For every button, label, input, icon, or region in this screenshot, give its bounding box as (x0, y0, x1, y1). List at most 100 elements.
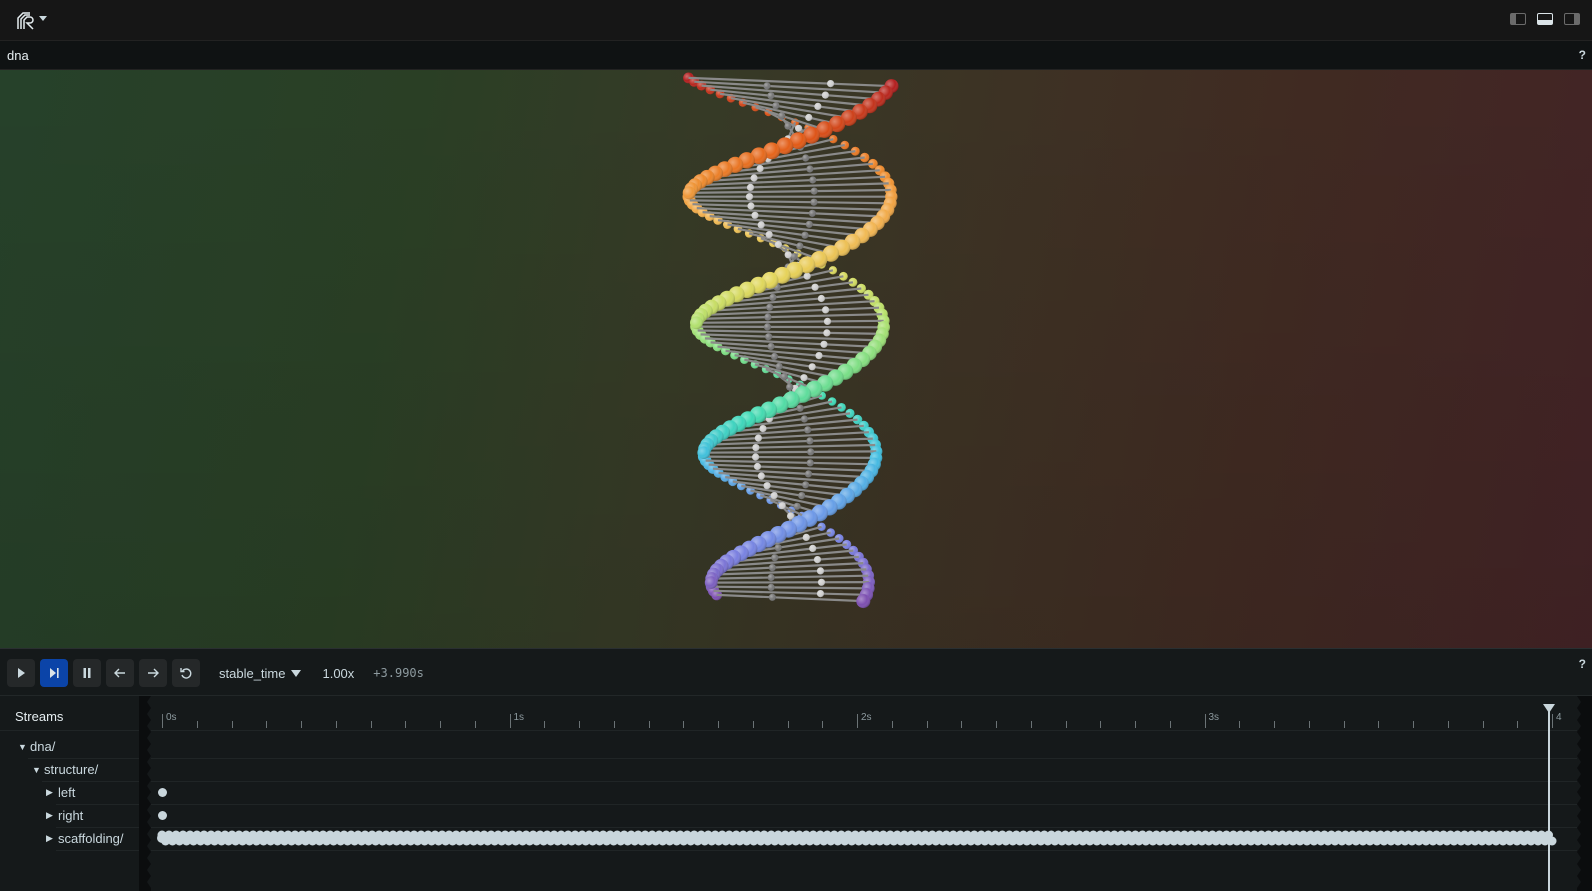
time-cursor-handle[interactable] (1542, 704, 1555, 713)
scaffolding-bead-shading (809, 176, 817, 184)
dna-helix-scene[interactable] (0, 70, 1592, 648)
scaffolding-bead-shading (805, 220, 813, 228)
tree-item-label: scaffolding/ (58, 831, 124, 846)
time-panel-help-button[interactable]: ? (1579, 657, 1586, 671)
pause-icon (83, 668, 91, 678)
tree-item-dna[interactable]: ▼ dna/ (0, 735, 140, 758)
scaffolding-bead-shading (795, 124, 803, 132)
ruler-major-tick (162, 714, 163, 728)
scaffolding-bead-shading (784, 251, 792, 259)
pause-button[interactable] (73, 659, 101, 687)
tree-item-structure[interactable]: ▼ structure/ (0, 758, 140, 781)
scaffolding-bead-shading (768, 593, 777, 601)
scaffolding-bead-shading (774, 241, 783, 249)
scaffolding-bead-shading (775, 362, 783, 371)
ruler-minor-tick (1135, 721, 1136, 728)
follow-button[interactable] (40, 659, 68, 687)
scaffolding-bead-shading (806, 459, 814, 467)
ruler-minor-tick (231, 721, 233, 728)
scaffolding-bead-shading (808, 363, 816, 371)
bottom-panel-icon[interactable] (1537, 13, 1553, 25)
scaffolding-bead-shading (823, 317, 832, 325)
step-forward-button[interactable] (139, 659, 167, 687)
ruler-minor-tick (961, 721, 963, 728)
event-marker-right[interactable] (157, 810, 167, 820)
divider (151, 758, 1577, 759)
scaffolding-bead-shading (778, 502, 786, 510)
scaffolding-line (703, 450, 877, 454)
chevron-down-icon (291, 669, 302, 677)
viewport-help-button[interactable]: ? (1579, 48, 1586, 62)
scaffolding-bead-shading (772, 102, 780, 110)
timeline-name: stable_time (219, 665, 286, 681)
scaffolding-line (711, 574, 869, 580)
ruler-minor-tick (787, 721, 789, 728)
play-button[interactable] (7, 659, 35, 687)
scaffolding-line (696, 325, 884, 329)
scaffolding-bead-shading (811, 283, 819, 291)
scaffolding-bead-shading (803, 272, 811, 280)
time-cursor-line[interactable] (1547, 706, 1550, 891)
arrow-right-icon (148, 668, 159, 678)
scaffolding-bead-shading (810, 198, 818, 206)
scaffolding-bead-shading (770, 352, 779, 361)
divider (151, 804, 1577, 805)
viewport-title[interactable]: dna (7, 48, 29, 63)
right-panel-icon[interactable] (1564, 13, 1580, 25)
ruler-minor-tick (544, 721, 546, 728)
scaffolding-bead-shading (745, 193, 754, 201)
ruler-minor-tick (1378, 721, 1380, 728)
scaffolding-bead-shading (747, 202, 755, 210)
ruler-minor-tick (370, 721, 372, 728)
ruler-minor-tick (579, 721, 580, 728)
scaffolding-bead-shading (763, 323, 772, 331)
rerun-logo-icon[interactable] (15, 10, 37, 32)
chevron-down-icon[interactable] (39, 16, 47, 21)
scaffolding-bead-shading (806, 437, 814, 445)
scaffolding-bead-shading (769, 293, 777, 301)
tree-item-scaffolding[interactable]: ▶ scaffolding/ (0, 827, 140, 850)
timeline[interactable]: 0s 1s 2s 3s 4 (151, 696, 1577, 891)
scaffolding-bead-shading (759, 425, 767, 433)
ruler-major-tick (1204, 714, 1206, 728)
left-panel-icon[interactable] (1510, 13, 1526, 25)
tree-item-left[interactable]: ▶ left (0, 781, 140, 804)
playback-speed[interactable]: 1.00x (322, 666, 354, 681)
divider (151, 850, 1577, 851)
scaffolding-bead-shading (805, 113, 813, 122)
scaffolding-bead-shading (821, 91, 830, 99)
ruler-minor-tick (1065, 721, 1067, 728)
ruler-minor-tick (196, 721, 198, 728)
scaffolding-bead-shading (817, 578, 826, 586)
tree-item-right[interactable]: ▶ right (0, 804, 140, 827)
scaffolding-line (713, 589, 867, 596)
divider (151, 781, 1577, 782)
streams-splitter[interactable] (139, 696, 151, 891)
ruler-minor-tick (1413, 721, 1414, 728)
scaffolding-bead-shading (814, 102, 822, 110)
step-back-button[interactable] (106, 659, 134, 687)
event-markers-scaffolding[interactable] (151, 828, 1577, 848)
3d-viewport[interactable] (0, 70, 1592, 648)
caret-down-icon: ▼ (18, 741, 27, 752)
ruler-minor-tick (1482, 721, 1484, 728)
scaffolding-bead-shading (802, 481, 810, 489)
scaffolding-bead-shading (753, 462, 762, 471)
loop-button[interactable] (172, 659, 200, 687)
playback-controls: stable_time 1.00x +3.990s (7, 659, 424, 687)
scaffolding-bead-shading (780, 373, 788, 381)
scaffolding-line (696, 319, 884, 324)
current-time-readout: +3.990s (373, 666, 424, 680)
scaffolding-bead-shading (798, 492, 806, 500)
event-marker-left[interactable] (157, 787, 167, 797)
ruler-major-tick (509, 714, 511, 728)
scaffolding-bead-shading (763, 482, 771, 490)
scaffolding-bead-shading (752, 444, 760, 452)
scaffolding-bead-shading (757, 472, 766, 480)
scaffolding-bead-shading (815, 352, 823, 360)
ruler-minor-tick (266, 721, 268, 728)
scaffolding-bead-shading (767, 92, 775, 100)
timeline-selector[interactable]: stable_time (219, 665, 302, 681)
scaffolding-bead-shading (751, 211, 759, 219)
ruler-minor-tick (648, 721, 650, 728)
